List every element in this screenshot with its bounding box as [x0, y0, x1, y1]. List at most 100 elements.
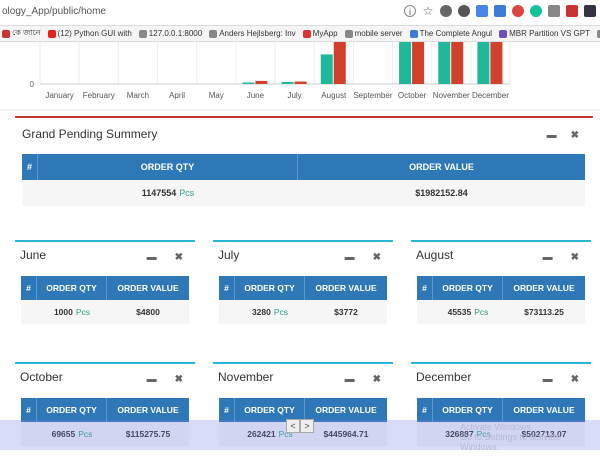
- x-tick-label: February: [83, 91, 115, 100]
- bookmark-item[interactable]: (12) Python GUI with: [47, 29, 132, 38]
- x-tick-label: October: [398, 91, 427, 100]
- grand-pending-panel: Grand Pending Summery ▬ ✖ # ORDER QTY OR…: [15, 116, 593, 214]
- col-order-value-header: ORDER VALUE: [513, 283, 575, 293]
- bookmark-icon: [409, 29, 418, 38]
- bookmark-item[interactable]: 127.0.0.1:8000: [138, 29, 203, 38]
- col-order-value-header: ORDER VALUE: [513, 405, 575, 415]
- url-text[interactable]: ology_App/public/home: [2, 6, 106, 17]
- col-order-value-header: ORDER VALUE: [409, 162, 474, 172]
- order-qty-value: 45535: [447, 307, 472, 317]
- extension-circle-icon[interactable]: [458, 5, 470, 17]
- table-row: 1000 Pcs $4800: [21, 300, 189, 324]
- bookmark-icon: [2, 29, 10, 38]
- order-qty-cell: 45535 Pcs: [433, 300, 503, 324]
- order-qty-cell: 3280 Pcs: [235, 300, 305, 324]
- bookmark-label: mobile server: [354, 29, 403, 38]
- panel-tools: ▬ ✖: [147, 374, 183, 385]
- bookmark-label: (12) Python GUI with: [57, 29, 132, 38]
- bar-december-series-1: [477, 42, 490, 84]
- bookmark-label: MBR Partition VS GPT: [509, 29, 591, 38]
- watermark-line2: Go to Settings to activate Windows.: [460, 432, 561, 452]
- col-order-qty-header: ORDER QTY: [38, 154, 298, 180]
- col-hash-header: #: [219, 398, 235, 422]
- scroll-left-button[interactable]: <: [286, 419, 300, 433]
- col-order-value-header: ORDER VALUE: [117, 283, 179, 293]
- table-row: 3280 Pcs $3772: [219, 300, 387, 324]
- table-header-row: # ORDER QTY ORDER VALUE: [219, 276, 387, 300]
- extension-red-icon[interactable]: [512, 5, 524, 17]
- bookmark-label: Anders Hejlsberg: Inv: [219, 29, 296, 38]
- profile-avatar-icon[interactable]: [584, 5, 596, 17]
- bookmark-item[interactable]: MyApp: [302, 29, 338, 38]
- dropbox-icon[interactable]: [494, 5, 506, 17]
- minimize-icon[interactable]: ▬: [147, 374, 157, 385]
- month-title: December: [416, 370, 472, 384]
- col-order-qty-header: ORDER QTY: [433, 276, 503, 300]
- order-qty-cell: 1000 Pcs: [37, 300, 107, 324]
- minimize-icon[interactable]: ▬: [345, 252, 355, 263]
- bookmark-label: The Complete Angul: [419, 29, 493, 38]
- bookmark-icon: [302, 29, 311, 38]
- extension-red-square-icon[interactable]: [566, 5, 578, 17]
- info-icon[interactable]: i: [404, 5, 416, 17]
- panel-tools: ▬ ✖: [543, 374, 579, 385]
- panel-tools: ▬ ✖: [345, 252, 381, 263]
- month-panel: August ▬ ✖ # ORDER QTY ORDER VALUE 45535…: [411, 240, 591, 340]
- x-tick-label: April: [169, 91, 185, 100]
- minimize-icon[interactable]: ▬: [147, 252, 157, 263]
- bookmark-item[interactable]: mobile server: [344, 29, 403, 38]
- order-qty-value: 3280: [251, 307, 271, 317]
- bookmark-item[interactable]: Anders Hejlsberg: Inv: [209, 29, 296, 38]
- col-order-qty-header: ORDER QTY: [433, 398, 503, 422]
- bookmark-icon: [344, 29, 353, 38]
- bookmark-item[interactable]: MBR Partition VS GPT: [499, 29, 590, 38]
- address-bar[interactable]: ology_App/public/home i ☆: [0, 0, 600, 26]
- col-order-qty-header: ORDER QTY: [37, 398, 107, 422]
- x-tick-label: March: [127, 91, 149, 100]
- order-qty-value: 1000: [53, 307, 73, 317]
- col-order-qty-header: ORDER QTY: [235, 276, 305, 300]
- unit-label: Pcs: [179, 188, 195, 198]
- month-panel: June ▬ ✖ # ORDER QTY ORDER VALUE 1000 Pcs…: [15, 240, 195, 340]
- translate-icon[interactable]: [476, 5, 488, 17]
- minimize-icon[interactable]: ▬: [543, 374, 553, 385]
- bookmarks-bar: কে জানে (12) Python GUI with 127.0.0.1:800…: [0, 26, 600, 42]
- bookmark-icon: [209, 29, 218, 38]
- order-value-cell: $1982152.84: [415, 188, 468, 198]
- close-icon[interactable]: ✖: [571, 130, 579, 141]
- bar-august-series-2: [333, 42, 346, 84]
- x-tick-label: November: [433, 91, 470, 100]
- month-title: October: [20, 370, 63, 384]
- x-tick-label: December: [472, 91, 509, 100]
- minimize-icon[interactable]: ▬: [543, 252, 553, 263]
- close-icon[interactable]: ✖: [373, 252, 381, 263]
- col-hash-header: #: [417, 276, 433, 300]
- scroll-right-button[interactable]: >: [300, 419, 314, 433]
- bookmark-icon: [499, 29, 508, 38]
- x-tick-label: January: [45, 91, 73, 100]
- close-icon[interactable]: ✖: [571, 374, 579, 385]
- minimize-icon[interactable]: ▬: [547, 130, 557, 141]
- extension-gray-icon[interactable]: [548, 5, 560, 17]
- bar-november-series-1: [438, 42, 451, 84]
- bar-november-series-2: [451, 42, 464, 85]
- bookmark-item[interactable]: The Complete Angul: [409, 29, 493, 38]
- table-row: 1147554 Pcs $1982152.84: [22, 180, 585, 206]
- bookmark-icon: [138, 29, 147, 38]
- bookmark-label: 127.0.0.1:8000: [148, 29, 203, 38]
- close-icon[interactable]: ✖: [571, 252, 579, 263]
- x-tick-label: August: [321, 91, 347, 100]
- star-icon[interactable]: ☆: [422, 5, 434, 17]
- grammarly-icon[interactable]: [530, 5, 542, 17]
- extension-gear-icon[interactable]: [440, 5, 452, 17]
- row-hash-cell: [21, 300, 37, 324]
- close-icon[interactable]: ✖: [175, 374, 183, 385]
- bookmark-item[interactable]: কে জানে: [2, 27, 41, 40]
- col-order-qty-header: ORDER QTY: [37, 276, 107, 300]
- panel-tools: ▬ ✖: [547, 130, 579, 141]
- minimize-icon[interactable]: ▬: [345, 374, 355, 385]
- row-hash-cell: [22, 180, 38, 206]
- close-icon[interactable]: ✖: [175, 252, 183, 263]
- close-icon[interactable]: ✖: [373, 374, 381, 385]
- month-title: July: [218, 248, 240, 262]
